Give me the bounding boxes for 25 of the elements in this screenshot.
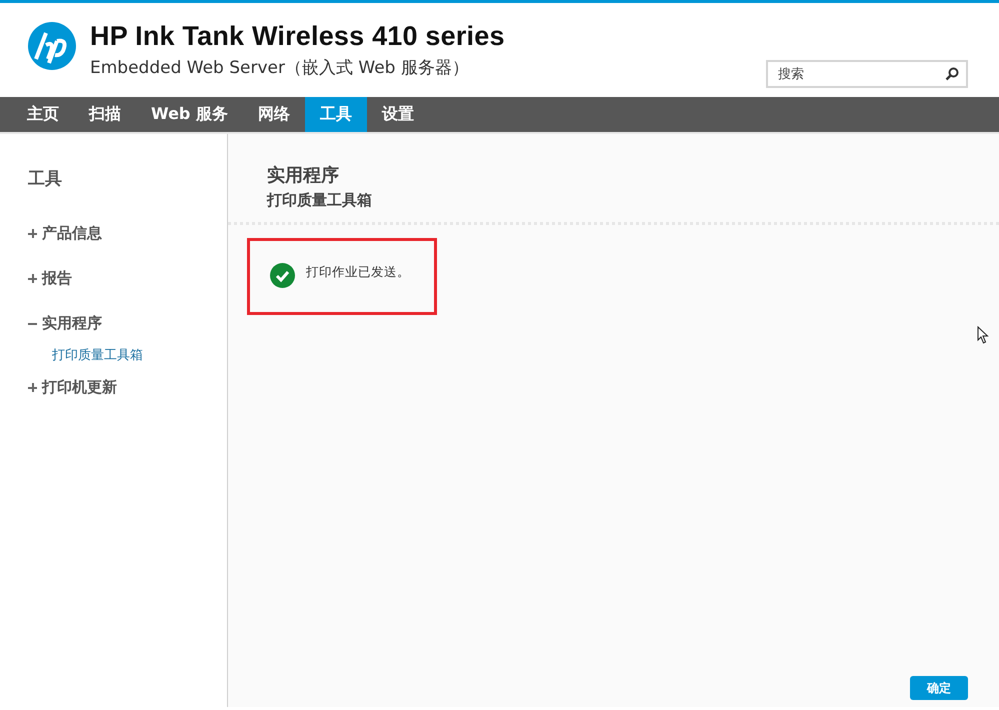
product-subtitle: Embedded Web Server（嵌入式 Web 服务器） <box>90 57 470 79</box>
sidebar-title: 工具 <box>28 168 63 190</box>
nav-tab[interactable]: 设置 <box>366 97 429 132</box>
sidebar-item-label: 打印机更新 <box>42 378 117 397</box>
nav-tab[interactable]: Web 服务 <box>136 97 243 132</box>
page-subtitle: 打印质量工具箱 <box>267 191 373 210</box>
sidebar-item[interactable]: 实用程序 <box>28 314 227 333</box>
product-title: HP Ink Tank Wireless 410 series <box>90 21 505 51</box>
status-message: 打印作业已发送。 <box>306 264 410 281</box>
logo-icon <box>27 21 77 71</box>
sidebar-item[interactable]: 打印机更新 <box>28 378 227 397</box>
mouse-pointer-icon <box>977 326 989 344</box>
sidebar-item-label: 实用程序 <box>42 314 102 333</box>
sidebar-item-label: 报告 <box>42 269 72 288</box>
sidebar-subitem[interactable]: 打印质量工具箱 <box>52 346 227 364</box>
sidebar-item[interactable]: 产品信息 <box>28 224 227 243</box>
sidebar-item-label: 产品信息 <box>42 224 102 243</box>
page-title: 实用程序 <box>267 164 340 187</box>
search-icon[interactable] <box>945 67 959 81</box>
nav-tab[interactable]: 网络 <box>242 97 305 132</box>
nav-tab[interactable]: 主页 <box>12 97 74 132</box>
sidebar-item[interactable]: 报告 <box>28 269 227 288</box>
check-icon <box>270 263 295 288</box>
search-field[interactable]: 搜索 <box>766 60 968 88</box>
nav-tab[interactable]: 扫描 <box>74 97 136 132</box>
